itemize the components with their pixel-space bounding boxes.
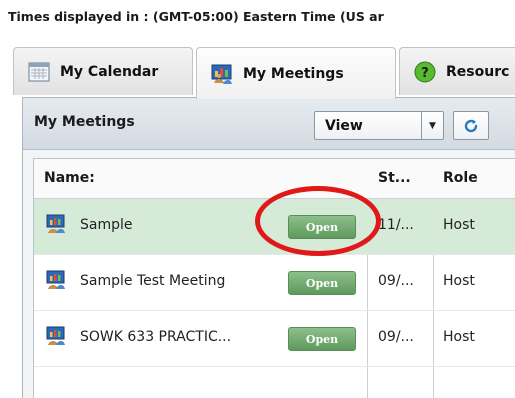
meeting-role: Host xyxy=(443,273,475,289)
table-row[interactable]: Sample Test Meeting Open 09/... Host xyxy=(34,255,515,311)
chevron-down-icon[interactable]: ▼ xyxy=(421,112,443,139)
meetings-icon xyxy=(211,64,232,84)
view-select[interactable]: View ▼ xyxy=(314,111,444,140)
meeting-start: 09/... xyxy=(378,329,414,345)
meeting-name[interactable]: Sample Test Meeting xyxy=(80,273,225,289)
refresh-button[interactable] xyxy=(453,111,489,140)
meeting-start: 09/... xyxy=(378,273,414,289)
meeting-start: 11/... xyxy=(378,217,414,233)
meeting-role: Host xyxy=(443,329,475,345)
meeting-name[interactable]: SOWK 633 PRACTIC... xyxy=(80,329,231,345)
column-header-role[interactable]: Role xyxy=(443,170,478,186)
tab-my-meetings[interactable]: My Meetings xyxy=(196,47,396,99)
tab-label: My Meetings xyxy=(243,65,344,82)
calendar-icon xyxy=(28,62,50,81)
meetings-table: Name: St... Role Sample Open 11/... Host… xyxy=(33,158,515,398)
tab-bar: My Calendar My Meetings ? Resourc xyxy=(13,47,515,99)
meeting-icon xyxy=(46,326,65,345)
my-meetings-panel: My Meetings View ▼ Name: St... Role Samp… xyxy=(22,97,515,398)
help-icon: ? xyxy=(414,61,436,82)
panel-title: My Meetings xyxy=(34,114,135,130)
highlight-ring-annotation xyxy=(255,186,381,256)
tab-label: Resourc xyxy=(446,63,510,80)
meeting-icon xyxy=(46,214,65,233)
column-header-name[interactable]: Name: xyxy=(44,170,95,186)
tab-label: My Calendar xyxy=(60,63,159,80)
meeting-name[interactable]: Sample xyxy=(80,217,133,233)
meeting-icon xyxy=(46,270,65,289)
view-select-value: View xyxy=(325,118,363,134)
table-header: Name: St... Role xyxy=(34,159,515,199)
table-row[interactable]: SOWK 633 PRACTIC... Open 09/... Host xyxy=(34,311,515,367)
tab-my-calendar[interactable]: My Calendar xyxy=(13,47,193,95)
refresh-icon xyxy=(464,119,478,132)
svg-text:?: ? xyxy=(421,66,429,81)
meeting-role: Host xyxy=(443,217,475,233)
tab-resources[interactable]: ? Resourc xyxy=(399,47,515,95)
timezone-notice: Times displayed in : (GMT-05:00) Eastern… xyxy=(8,9,384,24)
open-button[interactable]: Open xyxy=(288,327,356,351)
column-header-start[interactable]: St... xyxy=(378,170,411,186)
panel-header: My Meetings View ▼ xyxy=(23,98,515,150)
open-button[interactable]: Open xyxy=(288,271,356,295)
